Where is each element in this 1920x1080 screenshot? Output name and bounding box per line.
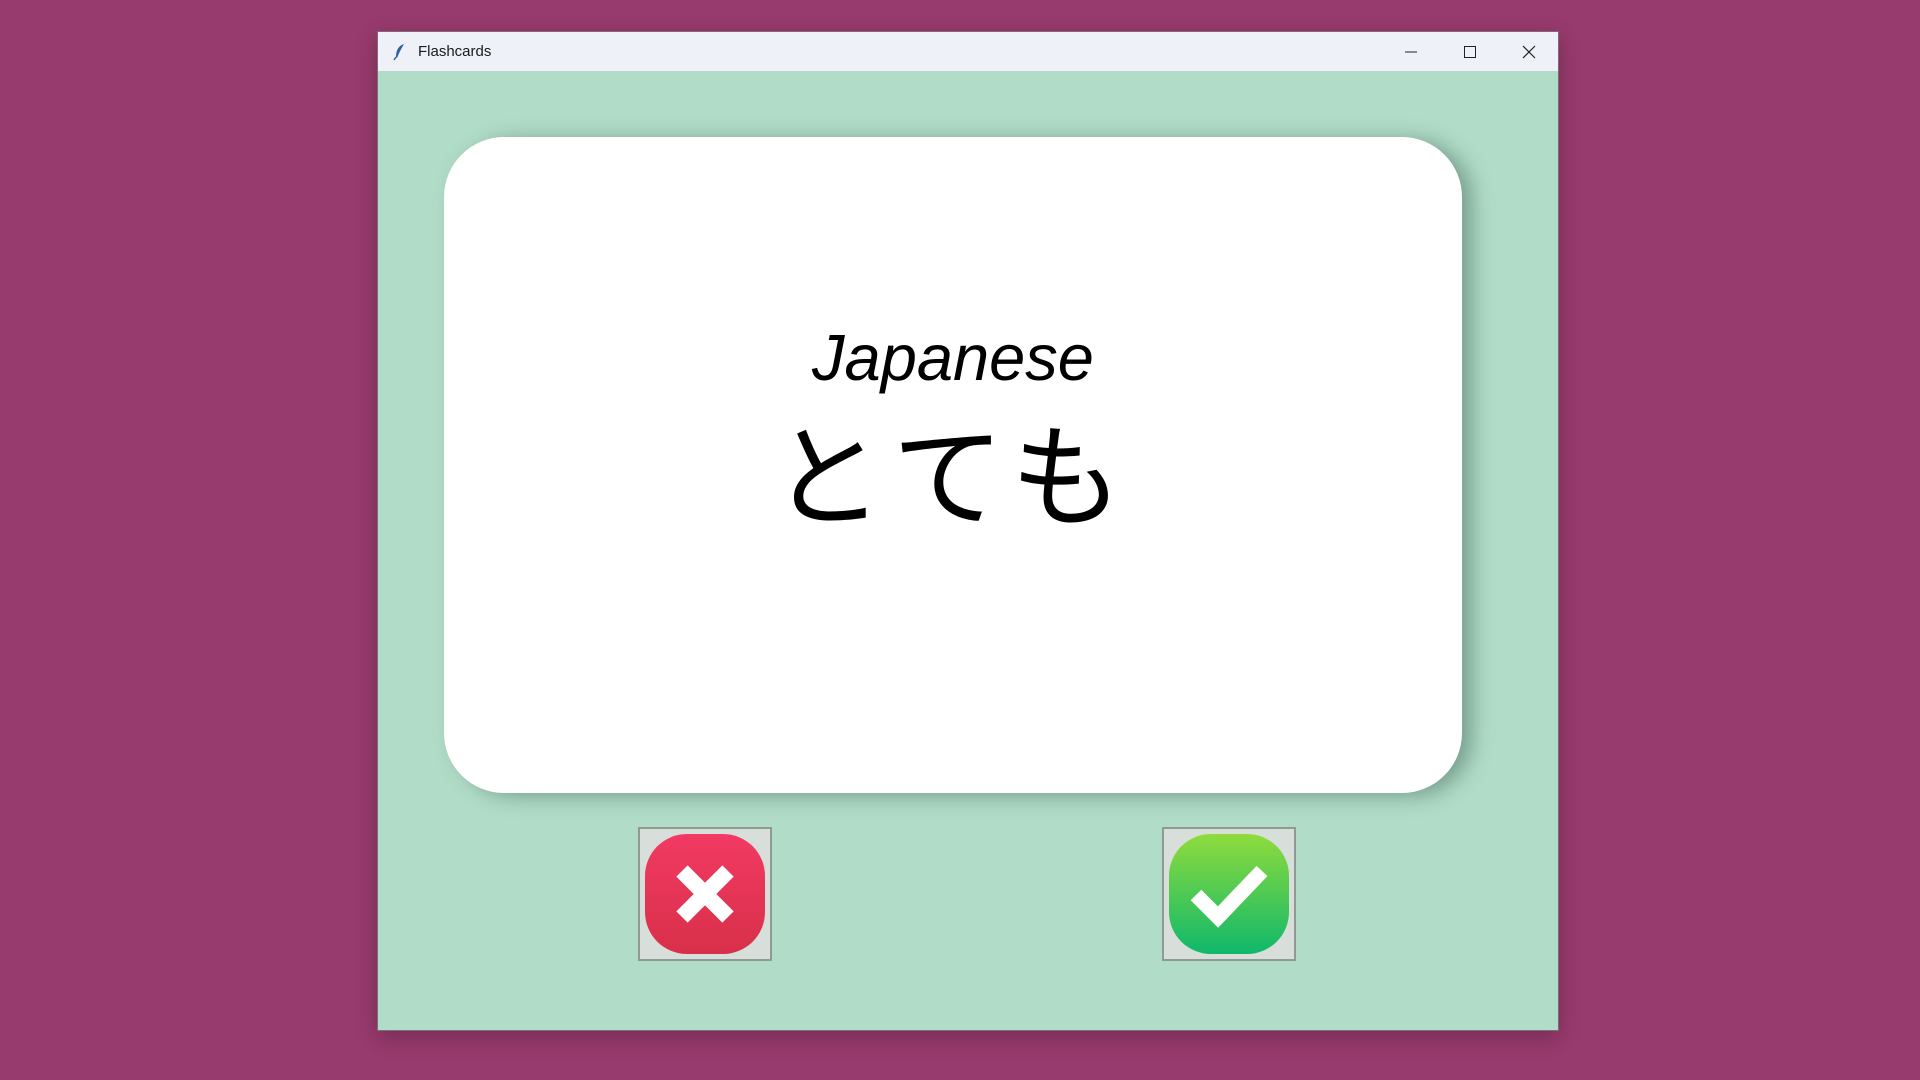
- close-icon: [1522, 45, 1535, 58]
- card-word: とても: [771, 414, 1135, 544]
- close-button[interactable]: [1499, 32, 1558, 71]
- check-icon: [1169, 834, 1289, 954]
- title-bar[interactable]: Flashcards: [378, 32, 1558, 71]
- x-icon: [645, 834, 765, 954]
- maximize-button[interactable]: [1440, 32, 1499, 71]
- right-button[interactable]: [1162, 827, 1296, 961]
- wrong-button[interactable]: [638, 827, 772, 961]
- card-language-label: Japanese: [812, 321, 1094, 394]
- minimize-button[interactable]: [1381, 32, 1440, 71]
- maximize-icon: [1463, 45, 1476, 58]
- flashcard[interactable]: Japanese とても: [444, 137, 1462, 793]
- feather-icon: [392, 43, 408, 61]
- minimize-icon: [1404, 51, 1417, 52]
- window-controls: [1381, 32, 1558, 71]
- window-title: Flashcards: [418, 43, 492, 60]
- flashcards-window: Flashcards Japanese とても: [378, 32, 1558, 1030]
